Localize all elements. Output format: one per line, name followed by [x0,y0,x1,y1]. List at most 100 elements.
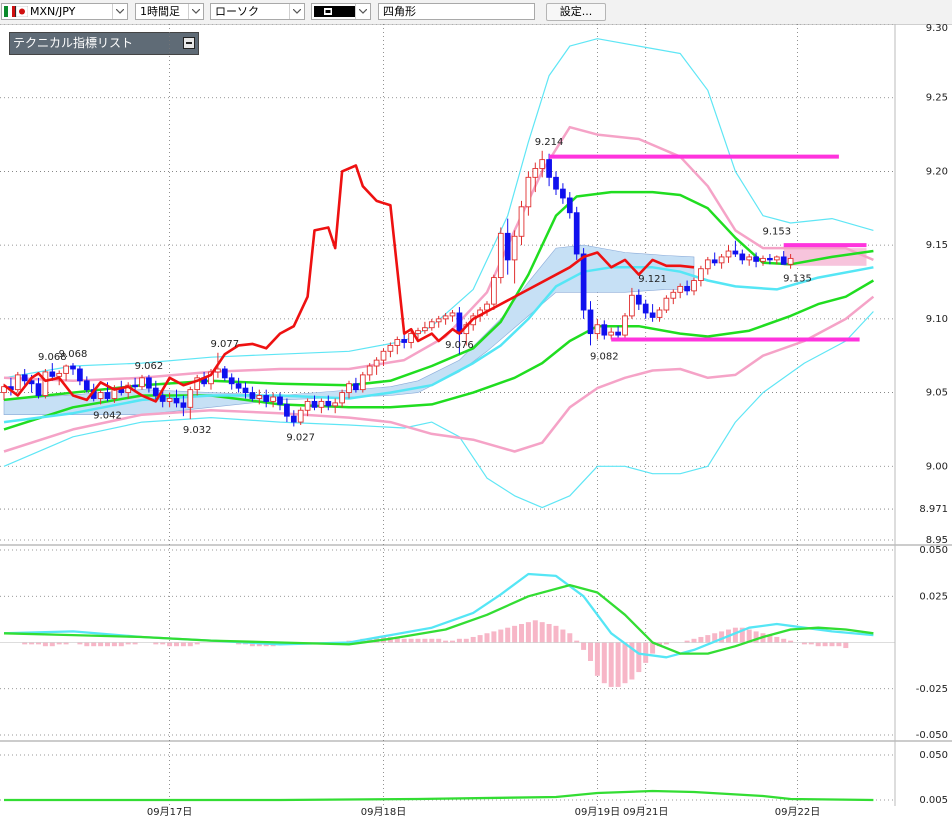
chevron-down-icon [289,4,304,19]
macd-histogram-bar [98,642,104,647]
candle-body [159,395,166,402]
candle-body [49,371,56,377]
candle-body [449,312,456,317]
macd-histogram-bar [560,629,566,643]
macd-histogram-bar [815,642,821,647]
line-color-select[interactable] [311,3,371,20]
candle-body [35,383,42,396]
chevron-down-icon [355,4,370,19]
price-annotation: 9.032 [183,425,212,436]
chart-style-select[interactable]: ローソク [210,3,305,20]
y-tick-label: 0.050 [919,545,948,556]
price-annotation: 9.153 [762,227,791,238]
macd-histogram-bar [401,638,407,643]
chart-style-label: ローソク [215,5,259,18]
price-annotation: 9.076 [445,340,474,351]
candle-body [373,359,380,367]
y-tick-label: 0.005 [919,795,948,806]
macd-histogram-bar [525,622,531,643]
macd-histogram-bar [118,642,124,647]
x-tick-label: 09月18日 [361,806,406,818]
candle-body [70,365,76,370]
candle-body [532,168,539,178]
candle-body [387,344,394,352]
candle-body [311,400,318,408]
macd-histogram-bar [187,642,193,647]
candle-body [704,259,711,270]
candle-body [97,392,104,399]
y-tick-label: 0.050 [919,750,948,761]
candle-body [656,309,663,318]
candle-body [580,253,587,311]
candle-body [228,377,235,385]
macd-histogram-bar [567,633,573,643]
x-tick-label: 09月21日 [623,806,668,818]
candle-body [553,176,559,190]
price-annotation: 9.062 [135,361,164,372]
price-annotation: 9.068 [38,352,67,363]
currency-pair-label: MXN/JPY [30,5,76,18]
candle-body [263,395,270,402]
macd-histogram-bar [167,642,173,647]
candle-body [297,409,304,423]
currency-pair-select[interactable]: MXN/JPY [1,3,128,20]
macd-histogram-bar [84,642,90,647]
macd-histogram-bar [477,635,483,643]
candle-body [677,285,684,293]
chart-toolbar: MXN/JPY 1時間足 ローソク 四角形 設定... [0,0,952,25]
y-tick-label: 9.20 [926,166,948,177]
candle-body [152,387,159,396]
candle-body [560,188,566,199]
candle-body [649,312,656,318]
macd-histogram-bar [836,642,842,647]
candle-body [773,256,780,261]
candle-body [725,250,732,258]
macd-histogram-bar [415,638,421,643]
candle-body [732,250,739,255]
y-tick-label: 9.15 [926,240,948,251]
y-tick-label: -0.025 [916,684,948,695]
candle-body [325,400,332,407]
price-annotation: 9.077 [210,339,239,350]
y-tick-label: 9.05 [926,388,948,399]
macd-histogram-bar [505,627,511,643]
macd-histogram-bar [408,638,414,643]
candle-body [642,303,649,314]
settings-button[interactable]: 設定... [546,3,606,21]
candle-body [139,377,145,388]
candle-body [546,159,552,178]
candle-body [83,380,90,391]
candle-body [629,294,635,317]
macd-histogram-bar [174,642,179,647]
timeframe-label: 1時間足 [140,5,180,18]
candle-body [270,396,276,402]
candle-body [491,277,497,305]
price-annotation: 9.214 [535,137,564,148]
candle-body [21,374,28,382]
macd-histogram-bar [643,642,649,663]
macd-histogram-bar [636,642,642,673]
macd-histogram-bar [532,620,538,643]
x-tick-label: 09月17日 [147,806,192,818]
candle-body [187,389,194,408]
candle-body [318,400,325,408]
candle-body [539,159,546,169]
candle-body [566,197,573,214]
candle-body [422,327,428,332]
y-tick-label: -0.050 [916,730,948,741]
candle-body [415,330,421,335]
price-annotation: 9.121 [638,274,667,285]
chevron-down-icon [112,4,127,19]
drawing-tool-field[interactable]: 四角形 [378,3,535,20]
candle-body [249,392,256,399]
macd-histogram-bar [601,642,607,684]
candle-body [484,303,490,311]
macd-histogram-bar [429,638,435,643]
rectangle-tool-icon [324,8,332,15]
macd-histogram-bar [105,642,110,647]
candle-body [290,415,297,423]
timeframe-select[interactable]: 1時間足 [135,3,204,20]
macd-histogram-bar [456,638,462,643]
macd-histogram-bar [581,642,587,650]
candle-body [166,398,173,402]
